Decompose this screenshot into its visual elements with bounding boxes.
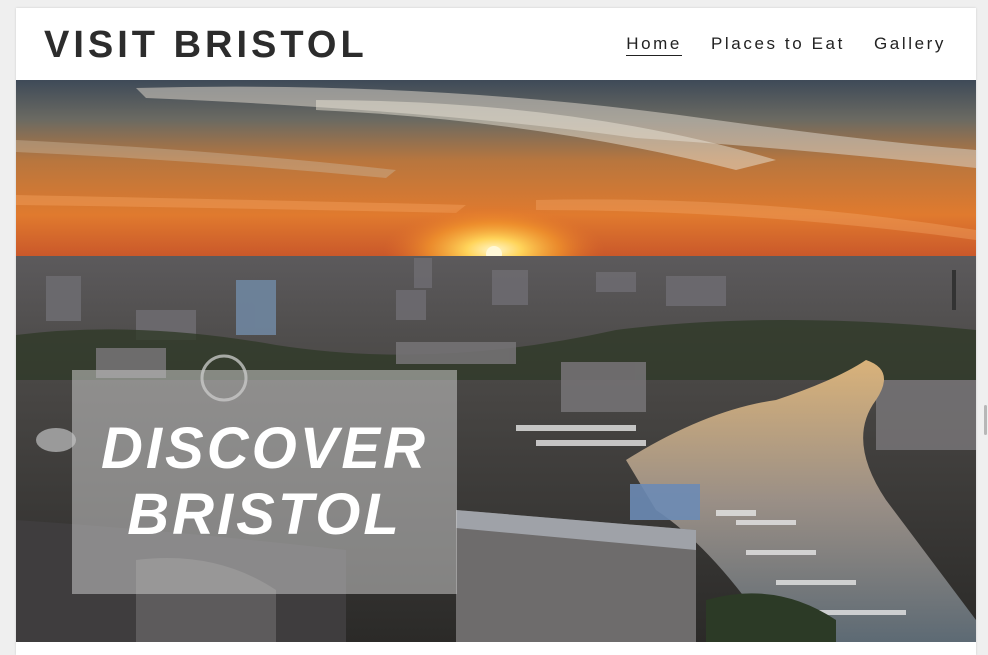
hero-section: DISCOVER BRISTOL [16,80,976,642]
hero-caption-box: DISCOVER BRISTOL [72,370,457,594]
hero-heading-line2: BRISTOL [127,482,402,547]
hero-heading-line1: DISCOVER [101,416,428,481]
site-header: VISIT BRISTOL Home Places to Eat Gallery [16,8,976,80]
scrollbar-thumb[interactable] [984,405,987,435]
main-nav: Home Places to Eat Gallery [626,34,946,56]
site-logo[interactable]: VISIT BRISTOL [44,26,368,64]
nav-gallery-link[interactable]: Gallery [874,34,946,56]
page: VISIT BRISTOL Home Places to Eat Gallery [16,8,976,655]
nav-places-to-eat-link[interactable]: Places to Eat [711,34,845,56]
nav-home-link[interactable]: Home [626,34,682,56]
hero-heading: DISCOVER BRISTOL [72,416,457,548]
